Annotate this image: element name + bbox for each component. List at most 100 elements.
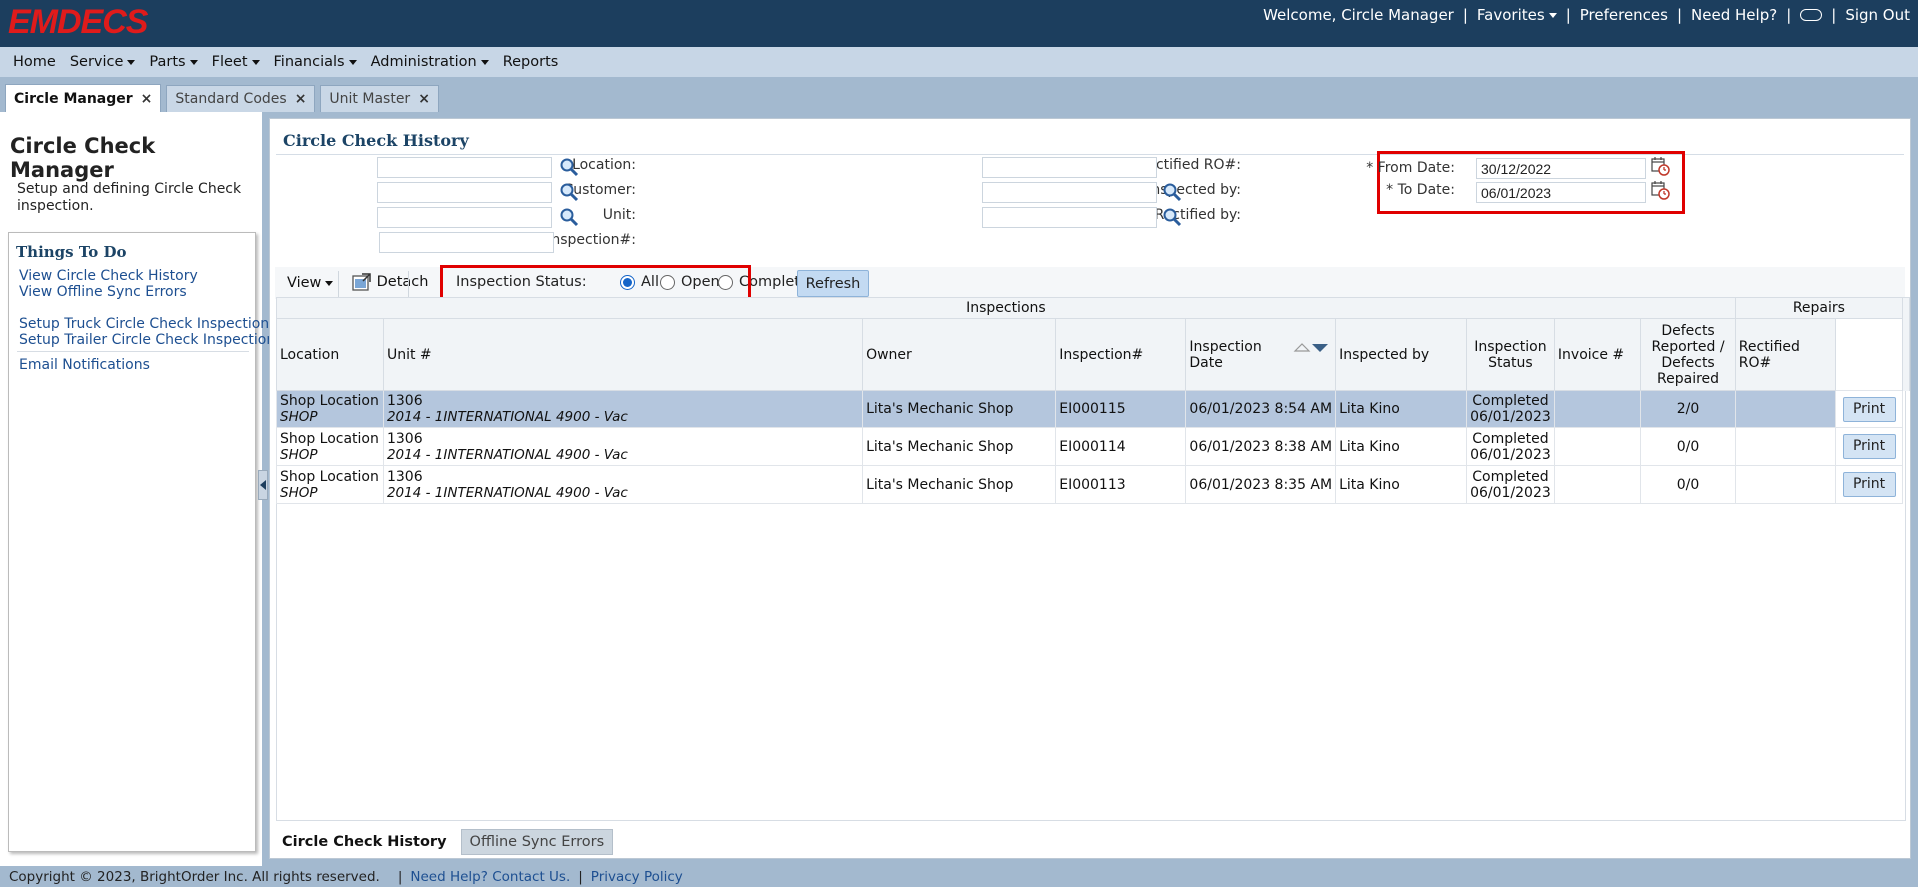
- document-tabs: Circle Manager × Standard Codes × Unit Mas…: [0, 84, 439, 112]
- chevron-down-icon: [348, 59, 357, 65]
- divider: [17, 351, 249, 352]
- chevron-down-icon: [251, 59, 260, 65]
- calendar-icon[interactable]: [1650, 156, 1670, 176]
- col-inspection-number[interactable]: Inspection#: [1055, 318, 1187, 391]
- col-owner[interactable]: Owner: [862, 318, 1057, 391]
- need-help-link[interactable]: Need Help?: [1691, 6, 1777, 24]
- link-view-offline-sync-errors[interactable]: View Offline Sync Errors: [19, 284, 187, 300]
- table-row[interactable]: Shop Location SHOP 1306 2014 - 1INTERNATIO…: [276, 427, 1910, 466]
- things-to-do-box: Things To Do View Circle Check History V…: [8, 232, 275, 852]
- main-menu: Home Service Parts Fleet Financials Admi…: [0, 47, 1918, 77]
- col-defects[interactable]: Defects Reported / Defects Repaired: [1640, 318, 1736, 391]
- col-invoice[interactable]: Invoice #: [1553, 318, 1642, 391]
- tab-circle-check-history[interactable]: Circle Check History: [274, 829, 455, 855]
- location-input[interactable]: [377, 157, 552, 178]
- detach-button[interactable]: Detach: [352, 272, 428, 292]
- unit-input[interactable]: [377, 207, 552, 228]
- link-view-circle-check-history[interactable]: View Circle Check History: [19, 268, 198, 284]
- inspections-table: Inspections Repairs Location Unit # Owne…: [276, 297, 1910, 504]
- close-icon[interactable]: ×: [295, 91, 307, 107]
- footer: Copyright © 2023, BrightOrder Inc. All r…: [0, 866, 1918, 887]
- inspection-number-input[interactable]: [379, 232, 554, 253]
- col-rectified-ro[interactable]: Rectified RO#: [1734, 318, 1837, 391]
- sign-out-link[interactable]: Sign Out: [1845, 6, 1910, 24]
- emdecs-logo: EMDECS: [8, 3, 148, 41]
- main-content: Circle Check History Location: Customer:…: [269, 118, 1911, 859]
- menu-reports[interactable]: Reports: [503, 54, 559, 70]
- close-icon[interactable]: ×: [141, 91, 153, 107]
- chevron-down-icon: [1548, 13, 1557, 18]
- chevron-down-icon: [127, 59, 136, 65]
- search-icon[interactable]: [559, 157, 579, 177]
- tab-unit-master[interactable]: Unit Master ×: [320, 85, 439, 112]
- inspection-number-label: Inspection#:: [547, 232, 636, 248]
- divider: [338, 271, 339, 297]
- panel-description: Setup and defining Circle Check inspecti…: [17, 181, 242, 214]
- group-header-repairs: Repairs: [1734, 297, 1904, 319]
- rectified-ro-input[interactable]: [982, 157, 1157, 178]
- print-button[interactable]: Print: [1842, 434, 1896, 459]
- menu-administration[interactable]: Administration: [371, 54, 489, 70]
- menu-service[interactable]: Service: [70, 54, 136, 70]
- group-header-inspections: Inspections: [276, 297, 1736, 319]
- col-inspection-date[interactable]: Inspection Date: [1185, 318, 1337, 391]
- privacy-policy-link[interactable]: Privacy Policy: [591, 869, 683, 885]
- location-label: Location:: [572, 157, 636, 173]
- chat-icon[interactable]: [1800, 9, 1823, 21]
- collapse-panel-handle[interactable]: [258, 470, 268, 500]
- rectified-by-input[interactable]: [982, 207, 1157, 228]
- menu-financials[interactable]: Financials: [274, 54, 357, 70]
- col-inspected-by[interactable]: Inspected by: [1335, 318, 1467, 391]
- search-icon[interactable]: [1162, 182, 1182, 202]
- chevron-down-icon: [480, 59, 489, 65]
- welcome-text: Welcome, Circle Manager: [1263, 6, 1454, 24]
- from-date-input[interactable]: [1476, 158, 1646, 179]
- contact-link[interactable]: Need Help? Contact Us.: [410, 869, 570, 885]
- search-icon[interactable]: [559, 182, 579, 202]
- tab-offline-sync-errors[interactable]: Offline Sync Errors: [460, 829, 614, 855]
- table-row[interactable]: Shop Location SHOP 1306 2014 - 1INTERNATIO…: [276, 465, 1910, 504]
- menu-parts[interactable]: Parts: [149, 54, 198, 70]
- print-button[interactable]: Print: [1842, 396, 1896, 422]
- panel-title: Circle Check Manager: [10, 134, 156, 182]
- status-filter-highlight: [440, 265, 751, 301]
- menu-fleet[interactable]: Fleet: [212, 54, 260, 70]
- col-location[interactable]: Location: [276, 318, 384, 391]
- detach-icon: [352, 273, 371, 291]
- print-button[interactable]: Print: [1842, 472, 1896, 497]
- search-icon[interactable]: [1162, 207, 1182, 227]
- view-menu-button[interactable]: View: [287, 275, 334, 291]
- to-date-label: * To Date:: [1386, 182, 1455, 198]
- top-links: Welcome, Circle Manager | Favorites | Pr…: [1263, 6, 1910, 24]
- customer-input[interactable]: [377, 182, 552, 203]
- refresh-button[interactable]: Refresh: [797, 270, 869, 297]
- link-setup-truck-inspection[interactable]: Setup Truck Circle Check Inspection: [19, 316, 269, 332]
- left-panel: Circle Check Manager Setup and defining …: [0, 112, 275, 866]
- favorites-menu[interactable]: Favorites: [1477, 6, 1557, 24]
- link-email-notifications[interactable]: Email Notifications: [19, 357, 150, 373]
- top-bar: EMDECS Welcome, Circle Manager | Favorit…: [0, 0, 1918, 47]
- link-setup-trailer-inspection[interactable]: Setup Trailer Circle Check Inspection: [19, 332, 275, 348]
- chevron-down-icon: [325, 280, 334, 286]
- col-unit[interactable]: Unit #: [382, 318, 864, 391]
- unit-label: Unit:: [602, 207, 636, 223]
- bottom-tabs: Circle Check History Offline Sync Errors: [274, 828, 614, 855]
- divider: [408, 271, 409, 297]
- calendar-icon[interactable]: [1650, 180, 1670, 200]
- things-to-do-title: Things To Do: [16, 243, 127, 261]
- chevron-down-icon: [189, 59, 198, 65]
- col-inspection-status[interactable]: Inspection Status: [1465, 318, 1555, 391]
- from-date-label: * From Date:: [1366, 160, 1455, 176]
- inspected-by-input[interactable]: [982, 182, 1157, 203]
- search-icon[interactable]: [559, 207, 579, 227]
- preferences-link[interactable]: Preferences: [1580, 6, 1668, 24]
- table-row[interactable]: Shop Location SHOP 1306 2014 - 1INTERNATIO…: [276, 390, 1910, 428]
- to-date-input[interactable]: [1476, 182, 1646, 203]
- copyright-text: Copyright © 2023, BrightOrder Inc. All r…: [9, 868, 380, 885]
- sort-descending-icon[interactable]: [1293, 341, 1329, 353]
- close-icon[interactable]: ×: [418, 91, 430, 107]
- tab-circle-manager[interactable]: Circle Manager ×: [5, 84, 162, 112]
- menu-home[interactable]: Home: [13, 54, 56, 70]
- tab-standard-codes[interactable]: Standard Codes ×: [166, 85, 316, 112]
- page-title: Circle Check History: [283, 131, 469, 150]
